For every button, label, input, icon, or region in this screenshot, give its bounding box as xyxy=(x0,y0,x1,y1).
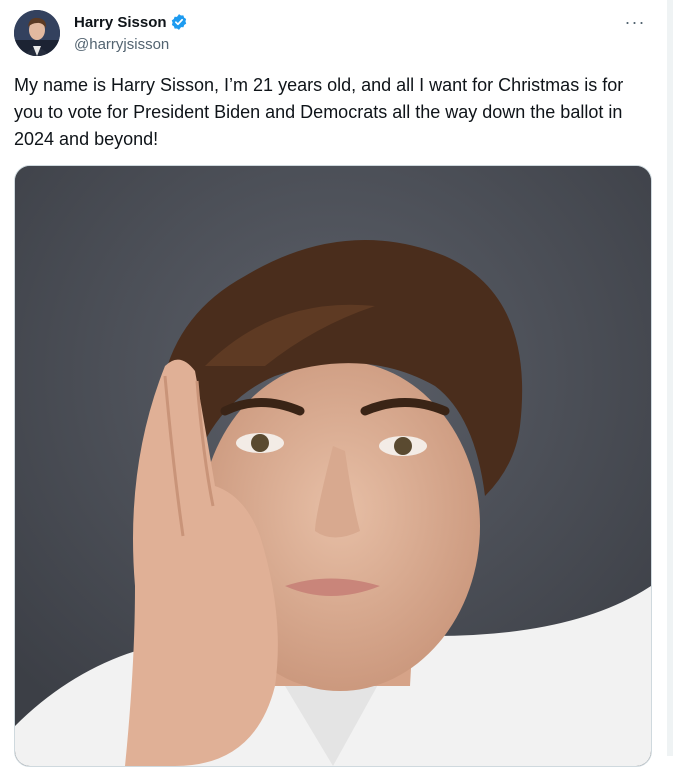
avatar[interactable] xyxy=(14,10,60,56)
avatar-image xyxy=(14,10,60,56)
tweet-card[interactable]: Harry Sisson @harryjsisson ··· My name i… xyxy=(0,0,667,767)
verified-badge-icon[interactable] xyxy=(170,13,188,31)
tweet-photo[interactable] xyxy=(14,165,652,767)
name-row: Harry Sisson xyxy=(74,12,188,32)
scroll-gutter xyxy=(667,0,673,756)
portrait-photo xyxy=(15,166,651,766)
author-name[interactable]: Harry Sisson xyxy=(74,14,167,31)
more-dots-icon[interactable]: ··· xyxy=(623,12,647,32)
author-handle[interactable]: @harryjsisson xyxy=(74,36,188,53)
author-block: Harry Sisson @harryjsisson xyxy=(74,12,188,53)
tweet-text: My name is Harry Sisson, I’m 21 years ol… xyxy=(14,75,624,149)
